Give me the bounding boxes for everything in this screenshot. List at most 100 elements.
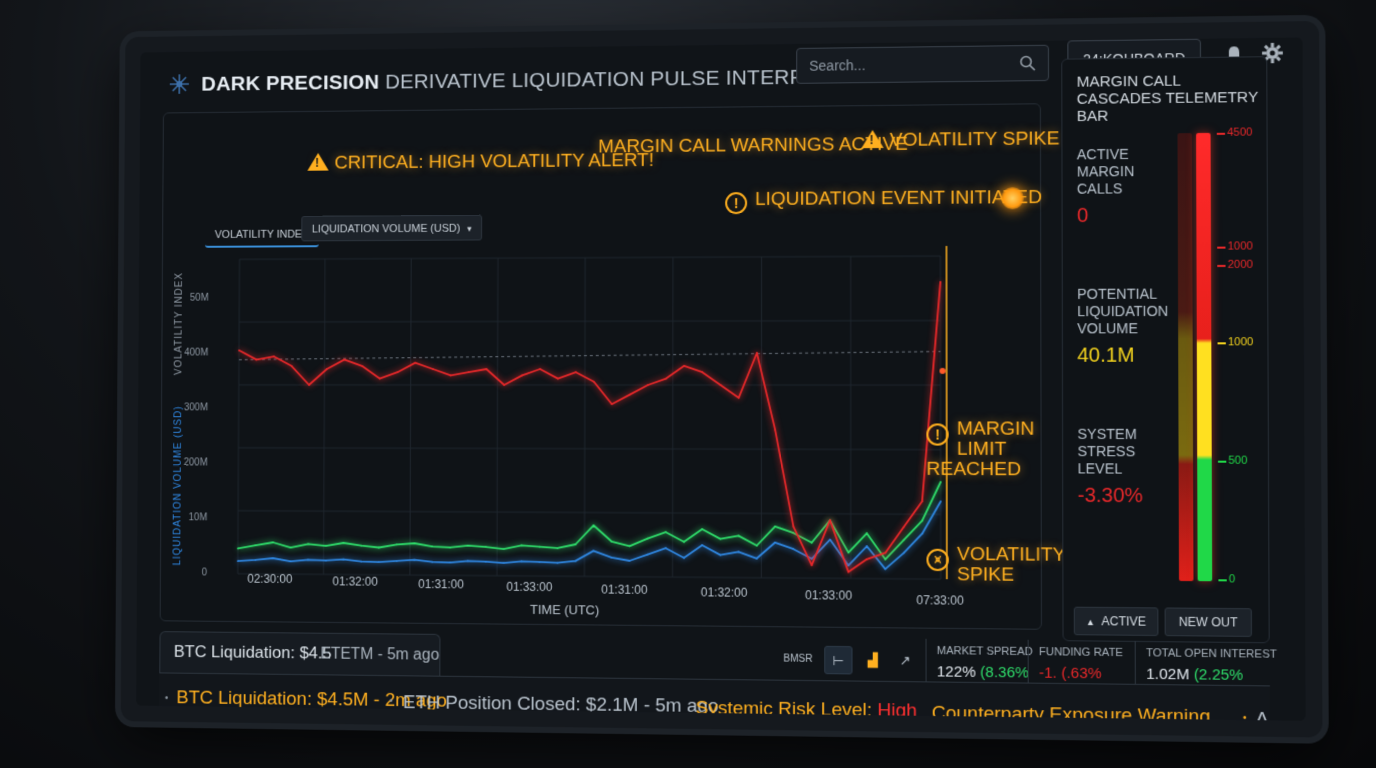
data-point (884, 568, 887, 570)
data-point (884, 558, 887, 561)
data-point (574, 560, 577, 562)
data-point (575, 371, 577, 374)
news-tab[interactable]: BTC Liquidation: $4.5 ETETM - 5m ago (159, 631, 441, 676)
warning-icon (307, 152, 329, 171)
data-point (700, 527, 703, 530)
data-point (307, 558, 310, 561)
potential-liq-label: POTENTIAL LIQUIDATION VOLUME (1077, 285, 1169, 337)
x-tick-label: 01:31:00 (601, 582, 648, 597)
search-box[interactable] (796, 44, 1050, 84)
data-point (378, 546, 380, 549)
data-point (361, 365, 363, 367)
data-point (431, 560, 434, 563)
y-axis-title-outer: VOLATILITY INDEX (173, 272, 185, 376)
ticker-item-exposure[interactable]: Counterparty Exposure Warning (932, 703, 1211, 721)
data-point (343, 358, 346, 361)
x-tick-label: 02:30:00 (247, 571, 293, 586)
data-point (719, 554, 722, 556)
data-point (700, 543, 703, 546)
data-point (865, 558, 868, 561)
logo-icon (169, 73, 190, 95)
data-point (774, 525, 776, 528)
data-point (290, 365, 293, 367)
data-point (847, 551, 850, 554)
line-tool-icon[interactable]: ⊢ (824, 645, 853, 675)
grid-line (238, 448, 940, 450)
ticker-bullet: • (1242, 712, 1247, 721)
data-point (665, 377, 667, 380)
y-tick-label: 400M (184, 347, 209, 359)
chevron-down-icon: ▾ (467, 223, 472, 234)
grid-line (584, 258, 585, 577)
data-point (664, 547, 667, 550)
data-point (682, 540, 685, 543)
data-point (289, 546, 292, 549)
data-point (629, 393, 631, 396)
cursor-marker (939, 367, 946, 374)
data-point (865, 532, 868, 535)
bar-chart-icon[interactable]: ▟ (859, 646, 887, 675)
telemetry-panel: MARGIN CALL CASCADES TELEMETRY BAR ACTIV… (1061, 56, 1270, 644)
data-point (538, 561, 541, 563)
telemetry-bar-left (1177, 133, 1194, 582)
data-point (236, 560, 239, 562)
data-point (865, 545, 868, 548)
alert-volatility-spike-2: ⩙ VOLATILITY SPIKE (926, 544, 1069, 587)
data-point (431, 545, 434, 548)
data-point (342, 541, 345, 544)
data-point (502, 548, 505, 550)
data-point (325, 368, 328, 371)
data-point (289, 560, 292, 563)
data-point (647, 553, 649, 556)
app-title-bold: DARK PRECISION (201, 70, 380, 96)
grid-line (240, 256, 941, 259)
data-point (503, 384, 506, 386)
telemetry-bar-right (1196, 132, 1213, 582)
scale-tick (1217, 246, 1226, 249)
ticker-item-risk[interactable]: Systemic Risk Level: High (696, 698, 918, 721)
data-point (921, 500, 924, 503)
data-point (592, 524, 595, 527)
active-button-label: ACTIVE (1101, 614, 1147, 629)
scale-tick (1216, 132, 1226, 135)
news-tab-item-a: BTC Liquidation: $4.5 (173, 642, 332, 663)
search-icon[interactable] (1019, 55, 1035, 71)
data-point (792, 532, 795, 534)
data-point (902, 539, 905, 541)
data-point (847, 571, 850, 573)
new-out-button[interactable]: NEW OUT (1164, 607, 1252, 637)
scale-label: 4500 (1227, 126, 1253, 139)
ticker-item-eth[interactable]: ETH Position Closed: $2.1M - 5m ago (403, 692, 719, 718)
data-point (342, 558, 345, 561)
pulse-indicator (1001, 187, 1024, 210)
data-point (755, 544, 758, 547)
scale-label: 500 (1228, 454, 1248, 467)
data-point (921, 519, 924, 522)
x-tick-label: 01:33:00 (506, 579, 553, 595)
data-point (395, 560, 398, 562)
data-point (902, 526, 905, 529)
ticker-tail: A (1255, 708, 1269, 721)
trend-arrow-icon[interactable]: ↗ (891, 647, 919, 676)
scale-label: 1000 (1227, 336, 1254, 349)
data-point (520, 544, 523, 547)
search-input[interactable] (809, 55, 1012, 74)
spike-icon: ⩙ (926, 548, 949, 572)
data-point (665, 531, 667, 534)
y-tick-label: 10M (188, 512, 208, 524)
x-tick-label: 01:31:00 (418, 577, 464, 592)
alert-volatility-spike: VOLATILITY SPIKE (861, 128, 1060, 152)
bmsr-label: BMSR (783, 653, 813, 665)
grid-line (238, 511, 941, 515)
market-spread-value: 122% (8.36% (936, 663, 1029, 682)
tab-liquidation-volume[interactable]: LIQUIDATION VOLUME (USD) ▾ (301, 214, 483, 242)
active-button[interactable]: ▲ ACTIVE (1073, 606, 1159, 637)
data-point (255, 358, 258, 361)
scale-label: 2000 (1227, 258, 1254, 272)
data-point (413, 558, 416, 561)
data-point (254, 559, 257, 561)
scale-label: 1000 (1227, 240, 1253, 253)
data-point (539, 368, 541, 370)
data-point (755, 557, 758, 560)
data-point (737, 396, 740, 399)
